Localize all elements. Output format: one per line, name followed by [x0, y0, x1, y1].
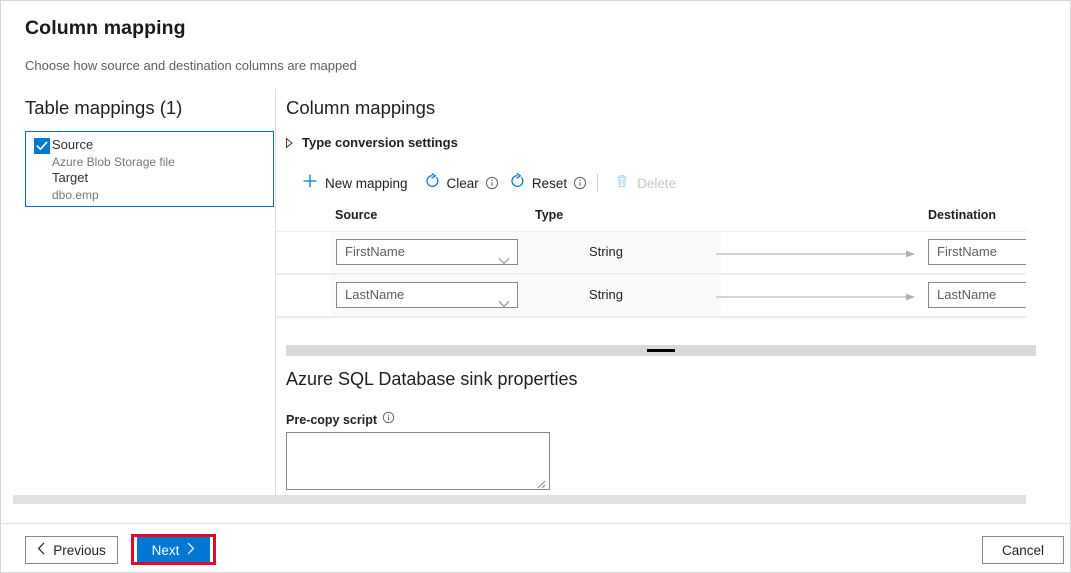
pane-splitter[interactable]	[286, 345, 1036, 356]
row-select-gutter[interactable]	[276, 232, 331, 273]
grid-body: FirstName String	[276, 231, 1026, 337]
mapping-arrow	[716, 275, 924, 316]
clear-label: Clear	[447, 176, 479, 191]
refresh-icon	[509, 173, 525, 194]
destination-column-input[interactable]: LastName	[928, 282, 1026, 308]
table-mappings-heading: Table mappings (1)	[25, 97, 182, 119]
type-conversion-settings-expander[interactable]: Type conversion settings	[284, 133, 458, 151]
refresh-icon	[424, 173, 440, 194]
dialog-footer: Previous Next Cancel	[1, 523, 1070, 573]
destination-column-value: FirstName	[937, 244, 997, 259]
next-button[interactable]: Next	[137, 536, 210, 564]
toolbar-separator	[597, 174, 598, 192]
table-mapping-card[interactable]: Source Azure Blob Storage file Target db…	[25, 131, 274, 207]
grid-header-source: Source	[335, 208, 377, 222]
page-title: Column mapping	[25, 17, 186, 40]
clear-info-icon[interactable]	[485, 176, 499, 190]
column-mappings-pane: Column mappings Type conversion settings…	[276, 89, 1071, 501]
precopy-script-label-group: Pre-copy script	[286, 411, 395, 429]
horizontal-scrollbar[interactable]	[13, 495, 1026, 504]
precopy-script-label: Pre-copy script	[286, 413, 377, 427]
source-column-select[interactable]: LastName	[336, 282, 518, 308]
info-icon[interactable]	[382, 411, 395, 429]
column-mappings-heading: Column mappings	[286, 97, 435, 119]
chevron-down-icon	[498, 292, 510, 308]
row-select-gutter[interactable]	[276, 275, 331, 316]
next-label: Next	[152, 543, 180, 558]
clear-button[interactable]: Clear	[416, 167, 487, 199]
grid-empty-tail	[276, 317, 1026, 337]
source-column-select[interactable]: FirstName	[336, 239, 518, 265]
source-column-value: FirstName	[345, 244, 405, 259]
type-value: String	[589, 287, 623, 302]
card-target-value: dbo.emp	[52, 188, 99, 202]
delete-button: Delete	[606, 167, 684, 199]
table-mappings-pane: Table mappings (1) Source Azure Blob Sto…	[1, 89, 275, 501]
table-row[interactable]: FirstName String	[276, 231, 1026, 274]
mapping-arrow	[716, 232, 924, 273]
cancel-label: Cancel	[1002, 543, 1044, 558]
new-mapping-label: New mapping	[325, 176, 408, 191]
card-source-value: Azure Blob Storage file	[52, 155, 175, 169]
table-row[interactable]: LastName String	[276, 274, 1026, 317]
grid-header-destination: Destination	[928, 208, 996, 222]
delete-label: Delete	[637, 176, 676, 191]
column-mappings-toolbar: New mapping Clear	[294, 167, 684, 199]
page-subtitle: Choose how source and destination column…	[25, 58, 357, 73]
destination-column-value: LastName	[937, 287, 996, 302]
chevron-left-icon	[37, 542, 46, 558]
destination-column-input[interactable]: FirstName	[928, 239, 1026, 265]
cancel-button[interactable]: Cancel	[982, 536, 1064, 564]
grid-header-type: Type	[535, 208, 563, 222]
source-column-value: LastName	[345, 287, 404, 302]
chevron-right-icon	[186, 542, 195, 558]
table-mapping-checkbox[interactable]	[34, 138, 50, 154]
precopy-script-input[interactable]	[286, 432, 550, 490]
drag-handle-icon	[647, 349, 675, 352]
column-mapping-dialog: Column mapping Choose how source and des…	[0, 0, 1071, 573]
trash-icon	[614, 173, 630, 194]
card-target-label: Target	[52, 170, 88, 185]
plus-icon	[302, 173, 318, 194]
reset-label: Reset	[532, 176, 567, 191]
grid-header-row: Source Type Destination	[276, 201, 1026, 231]
reset-button[interactable]: Reset	[501, 167, 575, 199]
previous-button[interactable]: Previous	[25, 536, 118, 564]
reset-info-icon[interactable]	[573, 176, 587, 190]
chevron-down-icon	[498, 249, 510, 265]
chevron-right-icon	[284, 136, 294, 148]
previous-label: Previous	[53, 543, 106, 558]
type-value: String	[589, 244, 623, 259]
sink-properties-heading: Azure SQL Database sink properties	[286, 369, 577, 390]
column-mappings-grid: Source Type Destination FirstName	[276, 201, 1026, 337]
card-source-label: Source	[52, 137, 93, 152]
new-mapping-button[interactable]: New mapping	[294, 167, 416, 199]
type-conversion-settings-label: Type conversion settings	[302, 135, 458, 150]
